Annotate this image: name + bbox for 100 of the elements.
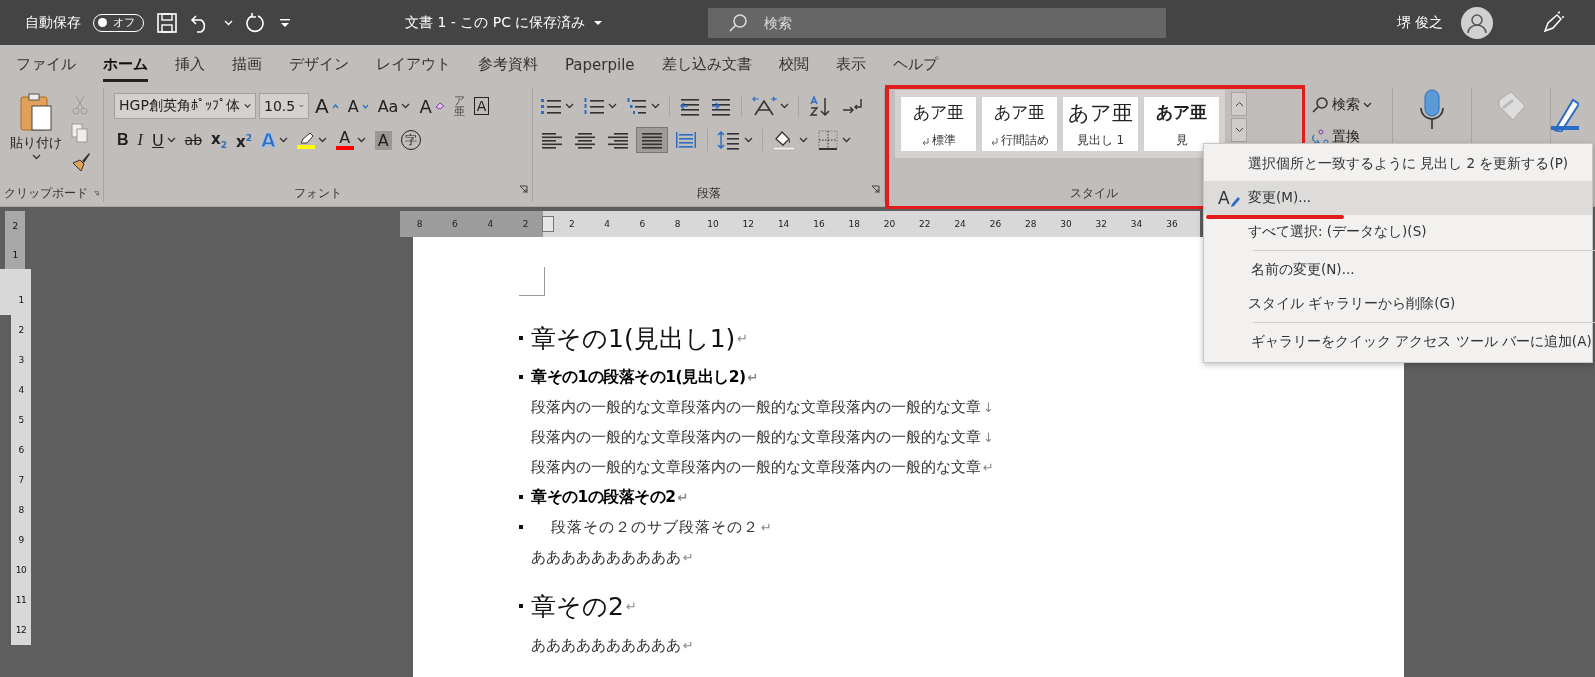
ruler-number: 24 — [953, 219, 967, 229]
style-tile[interactable]: あア亜 見出し 1 — [1063, 97, 1138, 151]
paragraph-mark: ↓ — [983, 429, 994, 445]
ruler-number: 12 — [741, 219, 756, 229]
paragraph-text: 段落内の一般的な文章段落内の一般的な文章段落内の一般的な文章 — [531, 397, 981, 417]
ruler-number: 4 — [603, 219, 611, 229]
ruler-number: 14 — [776, 219, 791, 229]
ruler-number: 8 — [415, 219, 424, 229]
ruler-number: 8 — [11, 495, 31, 525]
ruler-number: 4 — [486, 219, 495, 229]
ribbon-tab[interactable]: レイアウト — [376, 49, 451, 82]
ribbon-tab[interactable]: Paperpile — [565, 49, 635, 82]
ruler-number: 6 — [638, 219, 647, 229]
paragraph-text: ああああああああああ — [531, 635, 681, 655]
heading-text: 章その1(見出し1) — [531, 322, 736, 355]
font-name-field[interactable]: HGP創英角ﾎﾟｯﾌﾟ体 — [114, 93, 256, 119]
ruler-number: 5 — [11, 405, 31, 435]
style-tile[interactable]: あア亜 見 — [1144, 97, 1219, 151]
style-tile[interactable]: あア亜 標準 — [901, 97, 976, 151]
sub-button[interactable]: x$_{2}$ — [208, 127, 231, 153]
ruler-number: 28 — [1023, 219, 1038, 229]
ruler-number: 2 — [5, 211, 25, 240]
group-label: フォント — [294, 185, 342, 201]
ruler-number: 34 — [1129, 219, 1144, 229]
ruler-number: 4 — [11, 375, 31, 405]
ruler-number: 3 — [11, 345, 31, 375]
paragraph-mark: ↓ — [983, 399, 994, 415]
bold-button[interactable]: B — [114, 127, 132, 153]
paragraph-mark: ↵ — [747, 369, 758, 385]
phonetic-button[interactable]: ア亜 — [450, 93, 468, 119]
ruler-number: 12 — [11, 615, 31, 645]
heading-text: 章その2 — [531, 590, 624, 623]
ruler-number: 7 — [11, 465, 31, 495]
paragraph-mark: ↵ — [983, 459, 994, 475]
ribbon-tab[interactable]: 挿入 — [175, 49, 205, 82]
ribbon-tab[interactable]: ファイル — [16, 49, 76, 82]
ribbon-tab[interactable]: 校閲 — [778, 49, 809, 82]
ruler-number: 2 — [11, 315, 31, 345]
paragraph-mark: ↵ — [761, 519, 773, 535]
ribbon-tab[interactable]: 参考資料 — [478, 49, 538, 82]
paragraph-text: ああああああああああ — [531, 547, 681, 567]
font-size-field[interactable]: 10.5 — [259, 93, 309, 119]
shrink-button[interactable]: A — [344, 93, 372, 119]
ruler-number: 2 — [521, 219, 530, 229]
ruler-number: 18 — [847, 219, 861, 229]
ruler-number: 16 — [812, 219, 826, 229]
group-label: 段落 — [696, 185, 721, 201]
color-button[interactable]: A — [332, 127, 369, 153]
menu-item[interactable]: スタイル ギャラリーから削除(G) — [1204, 287, 1592, 321]
clear-button[interactable]: A — [416, 93, 448, 119]
replace-button[interactable]: 置換 — [1308, 124, 1388, 150]
strike-button[interactable]: ab — [181, 127, 206, 153]
sup-button[interactable]: x$^{2}$ — [233, 127, 255, 153]
case-button[interactable]: Aa — [374, 93, 414, 119]
paragraph-mark: ↵ — [625, 598, 637, 614]
ribbon-tab[interactable]: デザイン — [289, 49, 349, 82]
ruler-number: 6 — [11, 435, 31, 465]
ruler-number: 30 — [1059, 219, 1073, 229]
paragraph-mark: ↵ — [683, 549, 694, 565]
ruler-number: 36 — [1165, 219, 1179, 229]
paste-button[interactable]: 貼り付け — [4, 88, 68, 184]
ribbon-tab[interactable]: ヘルプ — [892, 49, 938, 82]
user-name: 堺 俊之 — [1396, 13, 1443, 32]
heading-text: 章その1の段落その2 — [531, 486, 676, 508]
find-button[interactable]: 検索 — [1308, 92, 1388, 118]
menu-item[interactable]: A 変更(M)... — [1204, 181, 1592, 215]
ribbon-tab[interactable]: 表示 — [835, 49, 866, 82]
ruler-number: 20 — [882, 219, 897, 229]
italic-button[interactable]: I — [134, 127, 146, 153]
grow-button[interactable]: A — [312, 93, 342, 119]
style-tile[interactable]: あア亜 行間詰め — [982, 97, 1057, 151]
ribbon-tab[interactable]: 描画 — [232, 49, 262, 82]
ruler-number: 2 — [567, 219, 576, 229]
paragraph-mark: ↵ — [737, 330, 749, 346]
menu-item[interactable]: 名前の変更(N)... — [1207, 253, 1595, 287]
group-label: スタイル — [1070, 185, 1118, 201]
ruler-number: 22 — [918, 219, 932, 229]
ruler-number: 10 — [706, 219, 720, 229]
search-field[interactable]: 検索 — [708, 7, 1166, 38]
paragraph-mark: ↵ — [683, 637, 694, 653]
ruler-number: 11 — [11, 585, 31, 615]
menu-item[interactable]: ギャラリーをクイック アクセス ツール バーに追加(A) — [1207, 325, 1595, 359]
group-label: クリップボード — [4, 185, 88, 201]
document-title[interactable]: 文書 1 - この PC に保存済み — [405, 13, 586, 32]
underline-button[interactable]: U — [148, 127, 179, 153]
autosave-label: 自動保存 — [25, 13, 81, 32]
paragraph-text: 段落内の一般的な文章段落内の一般的な文章段落内の一般的な文章 — [531, 457, 981, 477]
ruler-number: 26 — [988, 219, 1003, 229]
modify-style-icon: A — [1218, 188, 1240, 208]
ruler-number: 32 — [1094, 219, 1108, 229]
ruler-number: 10 — [11, 555, 31, 585]
ruler-number: 9 — [11, 525, 31, 555]
paragraph-text: 段落内の一般的な文章段落内の一般的な文章段落内の一般的な文章 — [531, 427, 981, 447]
menu-item[interactable]: すべて選択: (データなし)(S) — [1204, 215, 1592, 249]
ruler-number: 1 — [5, 240, 25, 269]
paragraph-text: 段落その２のサブ段落その２ — [551, 517, 759, 537]
paragraph-mark: ↵ — [677, 489, 688, 505]
ruler-number: 8 — [673, 219, 682, 229]
heading-text: 章その1の段落その1(見出し2) — [531, 366, 746, 388]
ribbon-tab[interactable]: 差し込み文書 — [661, 49, 752, 82]
